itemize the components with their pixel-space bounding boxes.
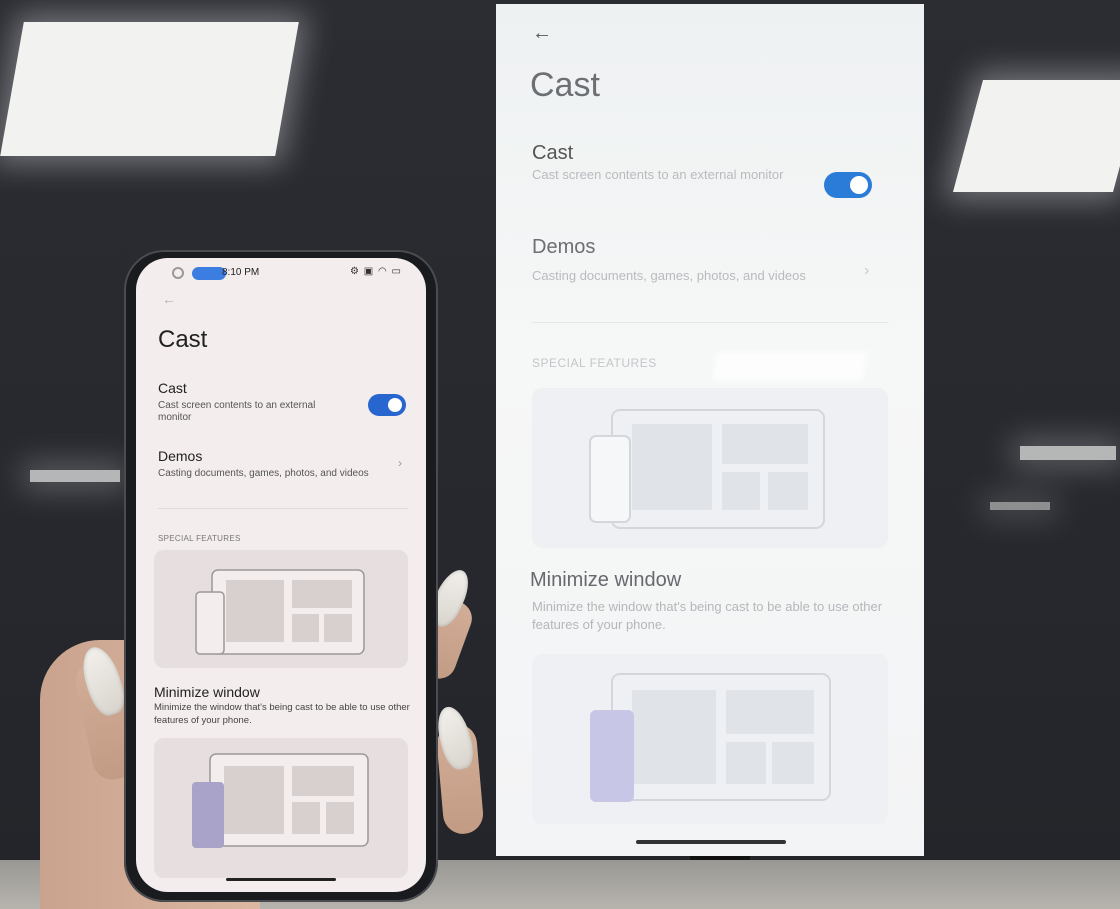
- light-reflection: [712, 352, 868, 380]
- home-indicator: [226, 878, 336, 881]
- tv-cast-description: Cast screen contents to an external moni…: [532, 167, 784, 182]
- status-icons: ⚙ ▣ ◠ ▭: [350, 266, 402, 277]
- chevron-right-icon[interactable]: ›: [398, 456, 402, 470]
- tv-minimize-description: Minimize the window that's being cast to…: [532, 599, 883, 632]
- monitor-phone-illustration-icon: [195, 569, 365, 655]
- tv-cast-heading: Cast: [532, 142, 574, 164]
- status-time: 8:10 PM: [222, 267, 260, 278]
- back-arrow-icon[interactable]: ←: [162, 291, 176, 307]
- divider: [532, 322, 888, 323]
- cast-description: Cast screen contents to an external moni…: [158, 400, 316, 423]
- chevron-right-icon: ›: [864, 262, 870, 279]
- status-bar: 8:10 PM ⚙ ▣ ◠ ▭: [136, 258, 426, 288]
- ceiling-light: [0, 22, 299, 156]
- demos-description: Casting documents, games, photos, and vi…: [158, 468, 369, 479]
- phone-screen: 8:10 PM ⚙ ▣ ◠ ▭ ← Cast Cast Cast screen …: [136, 258, 426, 892]
- ceiling-light: [30, 470, 120, 482]
- tv-feature-illustration: [532, 388, 888, 548]
- feature-illustration: [154, 550, 408, 668]
- ceiling-light: [952, 80, 1120, 192]
- section-label: SPECIAL FEATURES: [158, 534, 241, 543]
- page-title: Cast: [158, 326, 208, 353]
- tv-minimize-heading: Minimize window: [530, 569, 682, 591]
- tv-minimize-illustration: [532, 654, 888, 824]
- tv-demos-heading[interactable]: Demos: [532, 236, 595, 259]
- demos-heading[interactable]: Demos: [158, 448, 202, 464]
- back-arrow-icon[interactable]: ←: [532, 22, 552, 45]
- tv-cast-screen: ← Cast Cast Cast screen contents to an e…: [496, 4, 924, 856]
- tv-section-label: SPECIAL FEATURES: [532, 356, 657, 370]
- cast-indicator-icon: [192, 267, 226, 280]
- ceiling-light: [1020, 446, 1116, 460]
- minimize-heading: Minimize window: [154, 684, 260, 700]
- minimize-illustration-icon: [192, 753, 369, 848]
- monitor-phone-illustration-icon: [589, 409, 825, 529]
- tv-demos-description: Casting documents, games, photos, and vi…: [532, 268, 806, 283]
- minimize-description: Minimize the window that's being cast to…: [154, 702, 410, 726]
- cast-heading: Cast: [158, 380, 187, 396]
- minimize-illustration: [154, 738, 408, 878]
- minimize-illustration-icon: [590, 673, 831, 802]
- cast-toggle[interactable]: [368, 394, 406, 416]
- tv-cast-toggle[interactable]: [824, 172, 872, 198]
- ceiling-light: [990, 502, 1050, 510]
- tv-home-indicator: [636, 840, 786, 844]
- camera-icon: [172, 267, 184, 279]
- divider: [158, 508, 408, 509]
- tv-page-title: Cast: [530, 66, 600, 104]
